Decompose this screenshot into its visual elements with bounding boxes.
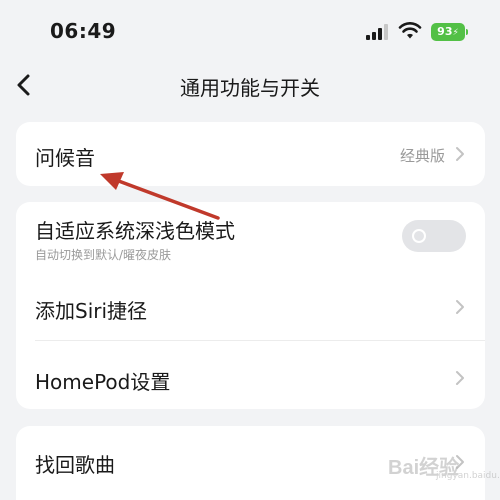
page-title: 通用功能与开关 — [180, 76, 320, 100]
siri-label: 添加Siri捷径 — [35, 299, 148, 323]
greeting-card: 问候音 经典版 — [16, 122, 485, 186]
siri-row[interactable]: 添加Siri捷径 — [16, 270, 485, 340]
greeting-value: 经典版 — [399, 147, 445, 165]
charging-bolt-icon: ⚡ — [452, 28, 459, 38]
wifi-icon — [398, 22, 422, 39]
chevron-right-icon — [456, 147, 464, 161]
greeting-label: 问候音 — [35, 146, 95, 170]
settings-card: 自适应系统深浅色模式 自动切换到默认/曜夜皮肤 添加Siri捷径 HomePod… — [16, 202, 485, 409]
homepod-row[interactable]: HomePod设置 — [16, 341, 485, 409]
dark-mode-sublabel: 自动切换到默认/曜夜皮肤 — [35, 248, 172, 262]
toggle-knob — [412, 229, 426, 243]
battery-level: 93 — [437, 25, 453, 38]
nav-bar: 通用功能与开关 — [0, 62, 500, 108]
status-bar: 06:49 93⚡ — [0, 0, 500, 62]
status-time: 06:49 — [50, 19, 117, 43]
recover-label: 找回歌曲 — [35, 453, 115, 477]
chevron-right-icon — [456, 300, 464, 314]
battery-icon: 93⚡ — [431, 23, 465, 41]
greeting-row[interactable]: 问候音 经典版 — [16, 122, 485, 186]
chevron-right-icon — [456, 371, 464, 385]
dark-mode-toggle[interactable] — [402, 220, 466, 252]
homepod-label: HomePod设置 — [35, 370, 171, 394]
watermark-sub: jingyan.baidu.com — [436, 471, 500, 481]
dark-mode-row: 自适应系统深浅色模式 自动切换到默认/曜夜皮肤 — [16, 202, 485, 270]
signal-icon — [366, 24, 388, 40]
baidu-watermark: Bai经验 jingyan.baidu.com — [388, 447, 500, 487]
battery-cap — [466, 29, 468, 35]
dark-mode-label: 自适应系统深浅色模式 — [35, 219, 235, 243]
